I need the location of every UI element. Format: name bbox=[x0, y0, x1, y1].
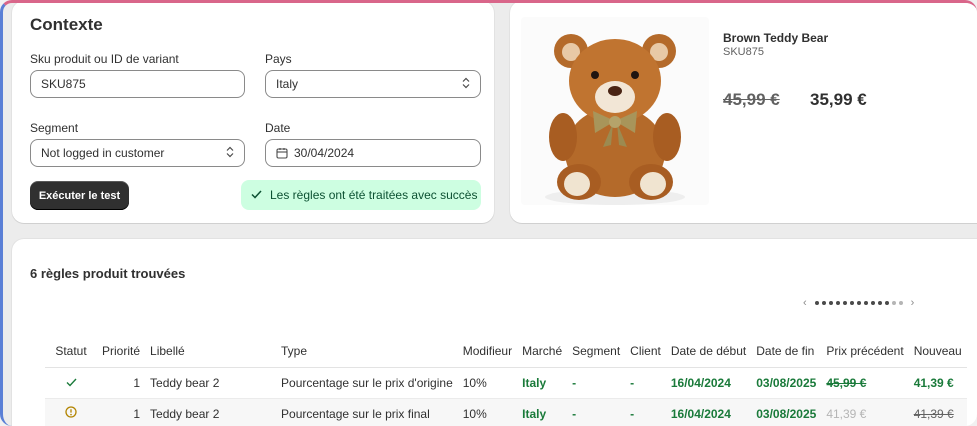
pager-dots bbox=[814, 301, 903, 305]
pager-dot[interactable] bbox=[891, 301, 896, 305]
col-header-label: Libellé bbox=[145, 335, 277, 368]
pager-dot[interactable] bbox=[884, 301, 889, 305]
end-date-cell: 03/08/2025 bbox=[751, 398, 822, 426]
priority-cell: 1 bbox=[97, 367, 146, 399]
market-cell: Italy bbox=[517, 367, 568, 399]
teddy-bear-illustration bbox=[545, 34, 685, 205]
new-price-cell: 41,39 € bbox=[908, 398, 967, 426]
modifier-cell: 10% bbox=[457, 367, 518, 399]
pager-next-button[interactable]: › bbox=[911, 297, 915, 309]
context-title: Contexte bbox=[30, 15, 103, 34]
table-row[interactable]: 1 Teddy bear 2 Pourcentage sur le prix d… bbox=[45, 367, 967, 399]
pager-dot[interactable] bbox=[835, 301, 840, 305]
segment-select[interactable]: Not logged in customer bbox=[30, 139, 245, 167]
status-cell bbox=[45, 367, 97, 399]
date-value: 30/04/2024 bbox=[294, 146, 355, 160]
pager-dot[interactable] bbox=[877, 301, 882, 305]
select-chevron-icon bbox=[226, 146, 234, 159]
type-cell: Pourcentage sur le prix d'origine bbox=[276, 367, 458, 399]
segment-cell: - bbox=[567, 367, 626, 399]
segment-value: Not logged in customer bbox=[41, 146, 165, 160]
col-header-client: Client bbox=[625, 335, 666, 368]
success-check-icon bbox=[66, 378, 77, 387]
calendar-icon bbox=[276, 147, 288, 159]
rules-title: 6 règles produit trouvées bbox=[30, 266, 186, 281]
pager-dot[interactable] bbox=[898, 301, 903, 305]
sku-label: Sku produit ou ID de variant bbox=[30, 52, 179, 66]
client-cell: - bbox=[625, 367, 666, 399]
app-frame: Contexte Sku produit ou ID de variant SK… bbox=[0, 0, 977, 426]
segment-label: Segment bbox=[30, 121, 79, 135]
success-message: Les règles ont été traitées avec succès bbox=[270, 188, 478, 202]
col-header-segment: Segment bbox=[567, 335, 626, 368]
table-pager: ‹ › bbox=[803, 297, 914, 309]
previous-price-cell: 41,39 € bbox=[821, 398, 909, 426]
col-header-market: Marché bbox=[517, 335, 568, 368]
date-label: Date bbox=[265, 121, 291, 135]
product-image bbox=[521, 17, 709, 205]
pager-dot[interactable] bbox=[870, 301, 875, 305]
select-chevron-icon bbox=[462, 77, 470, 90]
rules-table: Statut Priorité Libellé Type Modifieur M… bbox=[45, 335, 967, 426]
col-header-priority: Priorité bbox=[97, 335, 146, 368]
previous-price-cell: 45,99 € bbox=[821, 367, 909, 399]
type-cell: Pourcentage sur le prix final bbox=[276, 398, 458, 426]
sku-input[interactable]: SKU875 bbox=[30, 70, 245, 98]
start-date-cell: 16/04/2024 bbox=[665, 367, 752, 399]
context-card: Contexte Sku produit ou ID de variant SK… bbox=[12, 3, 494, 223]
col-header-new-price: Nouveau bbox=[908, 335, 967, 368]
pager-dot[interactable] bbox=[842, 301, 847, 305]
table-header-row: Statut Priorité Libellé Type Modifieur M… bbox=[45, 335, 967, 368]
warning-icon bbox=[65, 406, 77, 418]
segment-cell: - bbox=[567, 398, 626, 426]
product-name: Brown Teddy Bear bbox=[723, 31, 829, 45]
product-new-price: 35,99 € bbox=[810, 90, 867, 109]
product-card: Brown Teddy Bear SKU875 45,99 € 35,99 € bbox=[510, 3, 977, 223]
product-sku: SKU875 bbox=[723, 46, 764, 58]
checkmark-icon bbox=[251, 188, 262, 202]
country-value: Italy bbox=[276, 77, 299, 91]
table-row[interactable]: 1 Teddy bear 2 Pourcentage sur le prix f… bbox=[45, 398, 967, 426]
label-cell: Teddy bear 2 bbox=[145, 367, 277, 399]
end-date-cell: 03/08/2025 bbox=[751, 367, 822, 399]
market-cell: Italy bbox=[517, 398, 568, 426]
run-test-button[interactable]: Exécuter le test bbox=[30, 181, 129, 210]
col-header-type: Type bbox=[276, 335, 458, 368]
pager-dot[interactable] bbox=[849, 301, 854, 305]
pager-prev-button[interactable]: ‹ bbox=[803, 297, 807, 309]
country-label: Pays bbox=[265, 52, 292, 66]
col-header-end-date: Date de fin bbox=[751, 335, 822, 368]
sku-value: SKU875 bbox=[41, 77, 86, 91]
status-cell bbox=[45, 398, 97, 426]
date-input[interactable]: 30/04/2024 bbox=[265, 139, 481, 167]
country-select[interactable]: Italy bbox=[265, 70, 481, 98]
pager-dot[interactable] bbox=[821, 301, 826, 305]
pager-dot[interactable] bbox=[828, 301, 833, 305]
modifier-cell: 10% bbox=[457, 398, 518, 426]
product-old-price: 45,99 € bbox=[723, 90, 780, 109]
pager-dot[interactable] bbox=[856, 301, 861, 305]
rules-card: 6 règles produit trouvées ‹ › Statut Pri… bbox=[12, 239, 977, 426]
col-header-previous-price: Prix précédent bbox=[821, 335, 909, 368]
new-price-cell: 41,39 € bbox=[908, 367, 967, 399]
label-cell: Teddy bear 2 bbox=[145, 398, 277, 426]
col-header-start-date: Date de début bbox=[665, 335, 752, 368]
col-header-status: Statut bbox=[45, 335, 97, 368]
start-date-cell: 16/04/2024 bbox=[665, 398, 752, 426]
col-header-modifier: Modifieur bbox=[457, 335, 518, 368]
pager-dot[interactable] bbox=[814, 301, 819, 305]
success-banner: Les règles ont été traitées avec succès bbox=[241, 180, 481, 210]
client-cell: - bbox=[625, 398, 666, 426]
pager-dot[interactable] bbox=[863, 301, 868, 305]
priority-cell: 1 bbox=[97, 398, 146, 426]
